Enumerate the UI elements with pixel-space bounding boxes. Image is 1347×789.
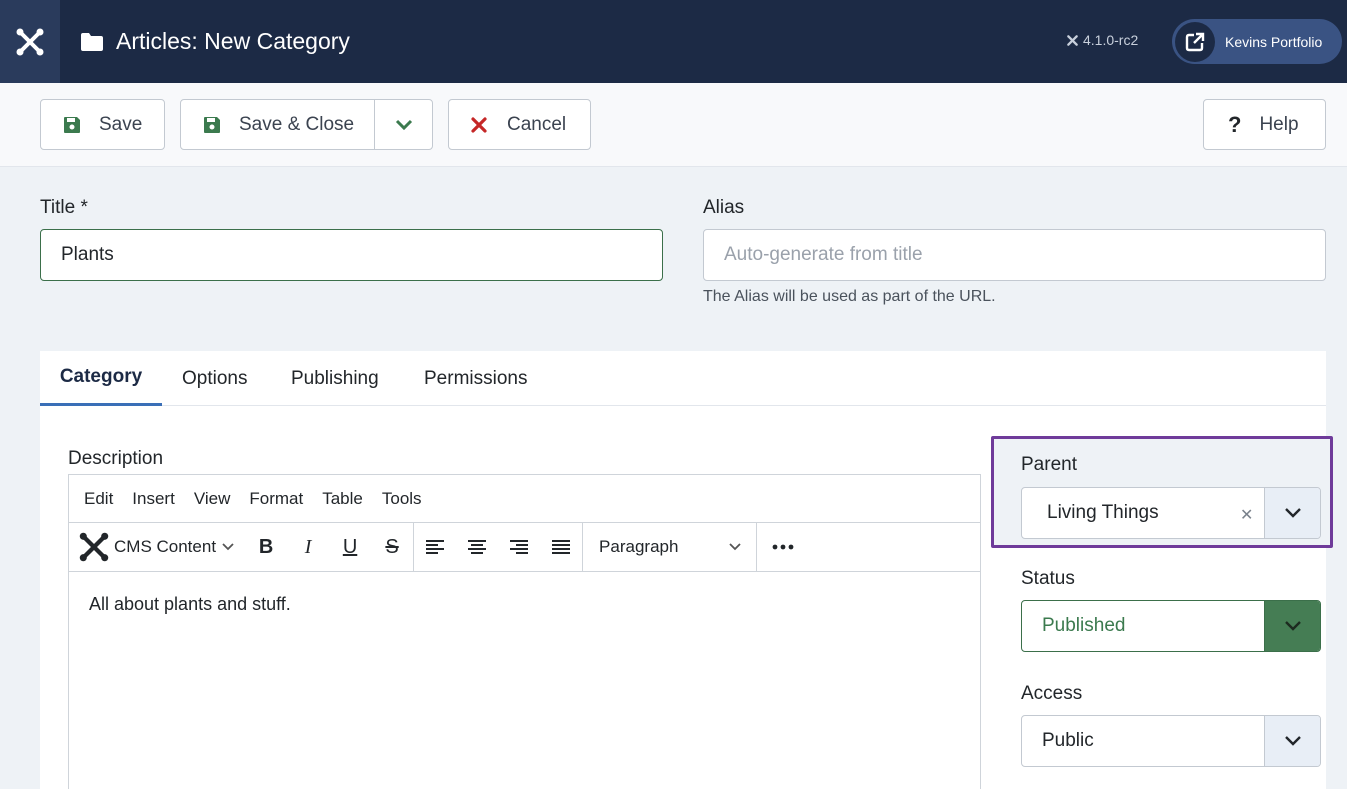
close-icon: [471, 116, 487, 133]
alias-input[interactable]: [703, 229, 1326, 281]
tab-publishing[interactable]: Publishing: [291, 351, 379, 406]
tab-bar: Category Options Publishing Permissions: [40, 351, 1326, 406]
access-label: Access: [1021, 683, 1083, 704]
alias-label: Alias: [703, 197, 745, 218]
strikethrough-button[interactable]: S: [371, 523, 413, 572]
access-dropdown-toggle[interactable]: [1264, 716, 1320, 766]
align-left-icon: [426, 540, 445, 554]
bold-button[interactable]: B: [245, 523, 287, 572]
underline-button[interactable]: U: [329, 523, 371, 572]
save-icon: [63, 116, 81, 134]
editor-toolbar: CMS Content B I U S Paragraph: [69, 522, 980, 572]
save-options-dropdown[interactable]: [374, 100, 433, 149]
editor-content[interactable]: All about plants and stuff.: [69, 572, 980, 637]
save-label: Save: [99, 113, 143, 135]
help-label: Help: [1259, 113, 1299, 135]
clear-icon[interactable]: ✕: [1240, 505, 1253, 525]
align-right-button[interactable]: [498, 523, 540, 572]
menu-table[interactable]: Table: [322, 489, 363, 509]
chevron-down-icon: [1284, 736, 1301, 746]
app-header: Articles: New Category 4.1.0-rc2 Kevins …: [0, 0, 1347, 83]
description-editor: Edit Insert View Format Table Tools CMS …: [68, 474, 981, 789]
joomla-logo-icon: [16, 28, 44, 55]
question-icon: ?: [1228, 111, 1242, 137]
menu-tools[interactable]: Tools: [382, 489, 422, 509]
justify-icon: [552, 540, 571, 554]
chevron-down-icon: [1284, 621, 1301, 631]
folder-icon: [81, 32, 103, 51]
editor-menubar: Edit Insert View Format Table Tools: [69, 475, 980, 523]
underline-icon: U: [342, 535, 358, 558]
strikethrough-icon: S: [385, 535, 399, 558]
justify-button[interactable]: [540, 523, 582, 572]
version-info: 4.1.0-rc2: [1066, 32, 1138, 48]
version-label: 4.1.0-rc2: [1083, 32, 1139, 48]
site-link-label: Kevins Portfolio: [1225, 33, 1323, 50]
italic-icon: I: [304, 535, 312, 558]
help-button[interactable]: ? Help: [1203, 99, 1326, 150]
parent-value: Living Things: [1047, 502, 1159, 523]
block-format-dropdown[interactable]: Paragraph: [583, 522, 758, 572]
site-link-button[interactable]: Kevins Portfolio: [1172, 19, 1342, 64]
menu-insert[interactable]: Insert: [132, 489, 175, 509]
format-group: CMS Content B I U S: [69, 522, 415, 572]
save-button[interactable]: Save: [40, 99, 165, 150]
title-label: Title *: [40, 197, 88, 218]
status-value: Published: [1042, 615, 1126, 636]
page-title: Articles: New Category: [116, 28, 350, 54]
page-title-wrap: Articles: New Category: [80, 0, 350, 83]
menu-edit[interactable]: Edit: [84, 489, 113, 509]
align-group: [414, 522, 584, 572]
save-close-label: Save & Close: [239, 113, 355, 135]
joomla-small-icon: [1067, 34, 1078, 46]
align-right-icon: [510, 540, 529, 554]
cancel-button[interactable]: Cancel: [448, 99, 591, 150]
chevron-down-icon: [1284, 508, 1301, 518]
external-link-icon: [1175, 21, 1215, 62]
save-close-button[interactable]: Save & Close: [180, 99, 433, 150]
align-center-button[interactable]: [456, 523, 498, 572]
chevron-down-icon: [395, 119, 413, 130]
description-label: Description: [68, 448, 164, 469]
parent-label: Parent: [1021, 454, 1077, 475]
chevron-down-icon: [222, 543, 234, 551]
access-select[interactable]: Public: [1021, 715, 1321, 767]
menu-format[interactable]: Format: [249, 489, 303, 509]
more-button[interactable]: [757, 523, 809, 572]
parent-dropdown-toggle[interactable]: [1264, 488, 1320, 538]
chevron-down-icon: [729, 543, 741, 551]
tab-options[interactable]: Options: [182, 351, 247, 406]
status-label: Status: [1021, 568, 1075, 589]
joomla-logo[interactable]: [0, 0, 60, 83]
title-input[interactable]: [40, 229, 663, 281]
tab-permissions[interactable]: Permissions: [424, 351, 527, 406]
more-icon: [772, 544, 794, 550]
status-select[interactable]: Published: [1021, 600, 1321, 652]
bold-icon: B: [258, 535, 274, 558]
status-dropdown-toggle[interactable]: [1264, 601, 1320, 651]
cms-content-dropdown[interactable]: CMS Content: [69, 532, 245, 562]
align-center-icon: [468, 540, 487, 554]
alias-help-text: The Alias will be used as part of the UR…: [703, 288, 996, 305]
save-icon: [203, 116, 221, 134]
action-toolbar: Save Save & Close Cancel ? Help: [0, 83, 1347, 167]
cancel-label: Cancel: [507, 113, 567, 135]
tab-category[interactable]: Category: [40, 351, 162, 406]
access-value: Public: [1042, 730, 1094, 751]
joomla-icon: [79, 532, 109, 562]
block-format-label: Paragraph: [599, 537, 679, 556]
align-left-button[interactable]: [414, 523, 456, 572]
italic-button[interactable]: I: [287, 523, 329, 572]
cms-content-label: CMS Content: [114, 537, 217, 556]
menu-view[interactable]: View: [194, 489, 231, 509]
parent-select[interactable]: Living Things ✕: [1021, 487, 1321, 539]
